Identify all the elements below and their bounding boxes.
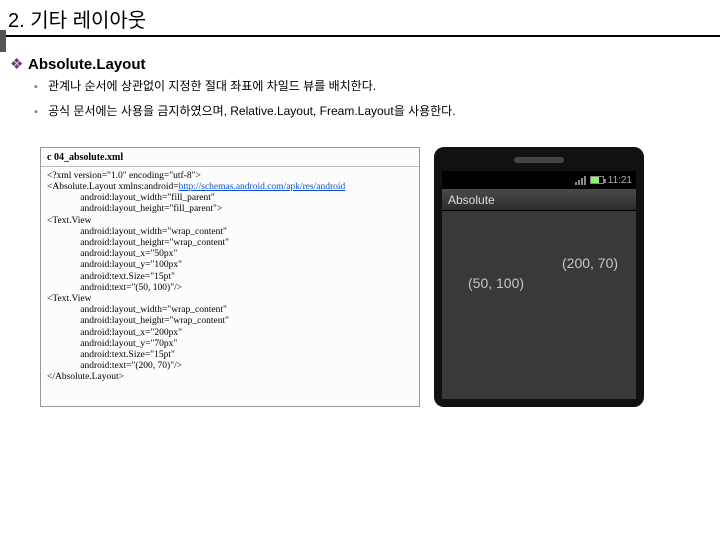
coord-label-b: (200, 70) bbox=[562, 255, 618, 271]
list-item: ▪ 공식 문서에는 사용을 금지하였으며, Relative.Layout, F… bbox=[34, 98, 710, 123]
square-bullet-icon: ▪ bbox=[34, 81, 48, 93]
phone-screen: 11:21 Absolute (50, 100) (200, 70) bbox=[442, 171, 636, 399]
status-time: 11:21 bbox=[608, 175, 632, 186]
code-filename: c 04_absolute.xml bbox=[41, 148, 419, 167]
code-card: c 04_absolute.xml <?xml version="1.0" en… bbox=[40, 147, 420, 407]
left-accent-bar bbox=[0, 30, 6, 52]
battery-icon bbox=[590, 176, 604, 184]
content-row: c 04_absolute.xml <?xml version="1.0" en… bbox=[0, 129, 720, 407]
phone-earpiece bbox=[514, 157, 564, 163]
app-title: Absolute bbox=[448, 193, 495, 207]
page-title: 2. 기타 레이아웃 bbox=[0, 0, 720, 37]
list-item: ▪ 관계나 순서에 상관없이 지정한 절대 좌표에 차일드 뷰를 배치한다. bbox=[34, 73, 710, 98]
section-absolute-layout: ❖ Absolute.Layout ▪ 관계나 순서에 상관없이 지정한 절대 … bbox=[0, 37, 720, 129]
status-bar: 11:21 bbox=[442, 171, 636, 189]
app-title-bar: Absolute bbox=[442, 189, 636, 211]
diamond-bullet-icon: ❖ bbox=[10, 55, 28, 73]
code-body: <?xml version="1.0" encoding="utf-8"> <A… bbox=[41, 167, 419, 390]
bullet-text: 공식 문서에는 사용을 금지하였으며, Relative.Layout, Fre… bbox=[48, 102, 456, 119]
app-screen-content: (50, 100) (200, 70) bbox=[442, 211, 636, 399]
phone-mockup: 11:21 Absolute (50, 100) (200, 70) bbox=[434, 147, 644, 407]
bullet-text: 관계나 순서에 상관없이 지정한 절대 좌표에 차일드 뷰를 배치한다. bbox=[48, 77, 376, 94]
square-bullet-icon: ▪ bbox=[34, 106, 48, 118]
signal-icon bbox=[575, 176, 586, 185]
section-bullet-list: ▪ 관계나 순서에 상관없이 지정한 절대 좌표에 차일드 뷰를 배치한다. ▪… bbox=[10, 73, 710, 123]
section-heading: Absolute.Layout bbox=[28, 56, 146, 73]
coord-label-a: (50, 100) bbox=[468, 275, 524, 291]
